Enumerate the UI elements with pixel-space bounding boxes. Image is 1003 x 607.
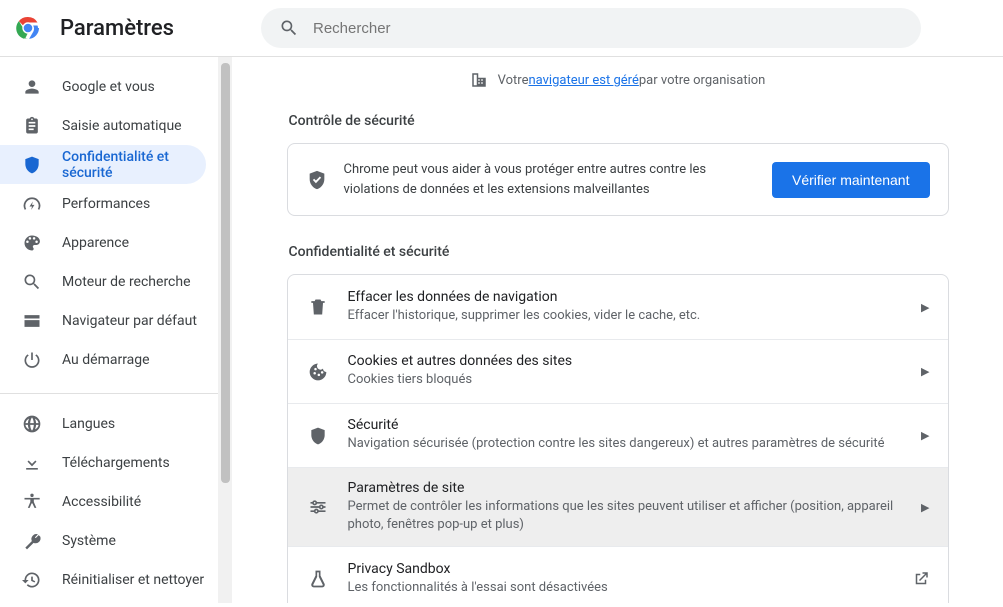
sidebar-item-label: Téléchargements: [62, 455, 170, 471]
flask-icon: [306, 569, 330, 589]
sidebar-scrollbar[interactable]: [218, 57, 232, 603]
cookies-row[interactable]: Cookies et autres données des sites Cook…: [288, 339, 948, 403]
download-icon: [22, 453, 42, 473]
chevron-right-icon: ▶: [921, 365, 929, 378]
clipboard-icon: [22, 116, 42, 136]
site-settings-row[interactable]: Paramètres de site Permet de contrôler l…: [288, 467, 948, 546]
privacy-section-title: Confidentialité et sécurité: [289, 244, 949, 260]
privacy-sandbox-row[interactable]: Privacy Sandbox Les fonctionnalités à l'…: [288, 546, 948, 603]
row-title: Effacer les données de navigation: [348, 289, 922, 305]
page-title: Paramètres: [60, 16, 174, 41]
sidebar-item-label: Navigateur par défaut: [62, 313, 197, 329]
sidebar-item-on-startup[interactable]: Au démarrage: [0, 340, 206, 379]
search-icon: [22, 272, 42, 292]
sidebar-item-label: Réinitialiser et nettoyer: [62, 572, 204, 588]
sidebar: Google et vous Saisie automatique Confid…: [0, 57, 218, 603]
clear-browsing-data-row[interactable]: Effacer les données de navigation Efface…: [288, 275, 948, 339]
row-subtitle: Effacer l'historique, supprimer les cook…: [348, 307, 922, 325]
sidebar-item-search-engine[interactable]: Moteur de recherche: [0, 262, 206, 301]
row-title: Cookies et autres données des sites: [348, 353, 922, 369]
search-icon: [279, 18, 299, 38]
search-input[interactable]: [313, 20, 903, 37]
sidebar-item-label: Moteur de recherche: [62, 274, 191, 290]
sidebar-item-accessibility[interactable]: Accessibilité: [0, 482, 206, 521]
sidebar-item-performance[interactable]: Performances: [0, 184, 206, 223]
sidebar-item-label: Confidentialité et sécurité: [62, 149, 206, 181]
sidebar-divider: [0, 393, 218, 394]
safety-check-button[interactable]: Vérifier maintenant: [772, 162, 930, 198]
power-icon: [22, 350, 42, 370]
chevron-right-icon: ▶: [921, 429, 929, 442]
sidebar-item-downloads[interactable]: Téléchargements: [0, 443, 206, 482]
sidebar-item-appearance[interactable]: Apparence: [0, 223, 206, 262]
sidebar-item-default-browser[interactable]: Navigateur par défaut: [0, 301, 206, 340]
row-subtitle: Permet de contrôler les informations que…: [348, 498, 922, 534]
sliders-icon: [306, 497, 330, 517]
row-title: Sécurité: [348, 417, 922, 433]
sidebar-item-privacy-security[interactable]: Confidentialité et sécurité: [0, 145, 206, 184]
browser-icon: [22, 311, 42, 331]
managed-notice: Votre navigateur est géré par votre orga…: [470, 71, 766, 89]
accessibility-icon: [22, 492, 42, 512]
open-in-new-icon: [912, 570, 930, 588]
privacy-rows-card: Effacer les données de navigation Efface…: [287, 274, 949, 603]
safety-check-section-title: Contrôle de sécurité: [289, 113, 949, 129]
sidebar-scrollbar-thumb[interactable]: [221, 63, 230, 483]
security-row[interactable]: Sécurité Navigation sécurisée (protectio…: [288, 403, 948, 467]
sidebar-item-label: Performances: [62, 196, 150, 212]
sidebar-item-label: Au démarrage: [62, 352, 150, 368]
trash-icon: [306, 297, 330, 317]
shield-check-icon: [306, 169, 328, 191]
person-icon: [22, 77, 42, 97]
managed-link[interactable]: navigateur est géré: [528, 73, 638, 88]
sidebar-item-label: Saisie automatique: [62, 118, 182, 134]
sidebar-item-label: Système: [62, 533, 116, 549]
sidebar-item-languages[interactable]: Langues: [0, 404, 206, 443]
chrome-logo-icon: [16, 16, 40, 40]
row-subtitle: Les fonctionnalités à l'essai sont désac…: [348, 579, 912, 597]
speedometer-icon: [22, 194, 42, 214]
wrench-icon: [22, 531, 42, 551]
sidebar-item-system[interactable]: Système: [0, 521, 206, 560]
sidebar-item-label: Accessibilité: [62, 494, 141, 510]
sidebar-item-label: Apparence: [62, 235, 129, 251]
managed-text-suffix: par votre organisation: [639, 73, 765, 88]
row-title: Paramètres de site: [348, 480, 922, 496]
chevron-right-icon: ▶: [921, 501, 929, 514]
sidebar-item-google-and-you[interactable]: Google et vous: [0, 67, 206, 106]
palette-icon: [22, 233, 42, 253]
safety-check-card: Chrome peut vous aider à vous protéger e…: [287, 143, 949, 216]
shield-icon: [306, 426, 330, 446]
row-subtitle: Navigation sécurisée (protection contre …: [348, 435, 922, 453]
search-box[interactable]: [261, 8, 921, 48]
sidebar-item-label: Langues: [62, 416, 115, 432]
sidebar-item-reset[interactable]: Réinitialiser et nettoyer: [0, 560, 206, 599]
safety-check-message: Chrome peut vous aider à vous protéger e…: [344, 160, 758, 199]
shield-icon: [22, 155, 42, 175]
restore-icon: [22, 570, 42, 590]
row-subtitle: Cookies tiers bloqués: [348, 371, 922, 389]
row-title: Privacy Sandbox: [348, 561, 912, 577]
sidebar-item-autofill[interactable]: Saisie automatique: [0, 106, 206, 145]
sidebar-item-label: Google et vous: [62, 79, 155, 95]
chevron-right-icon: ▶: [921, 301, 929, 314]
managed-text-prefix: Votre: [498, 73, 529, 88]
domain-icon: [470, 71, 488, 89]
cookie-icon: [306, 362, 330, 382]
globe-icon: [22, 414, 42, 434]
